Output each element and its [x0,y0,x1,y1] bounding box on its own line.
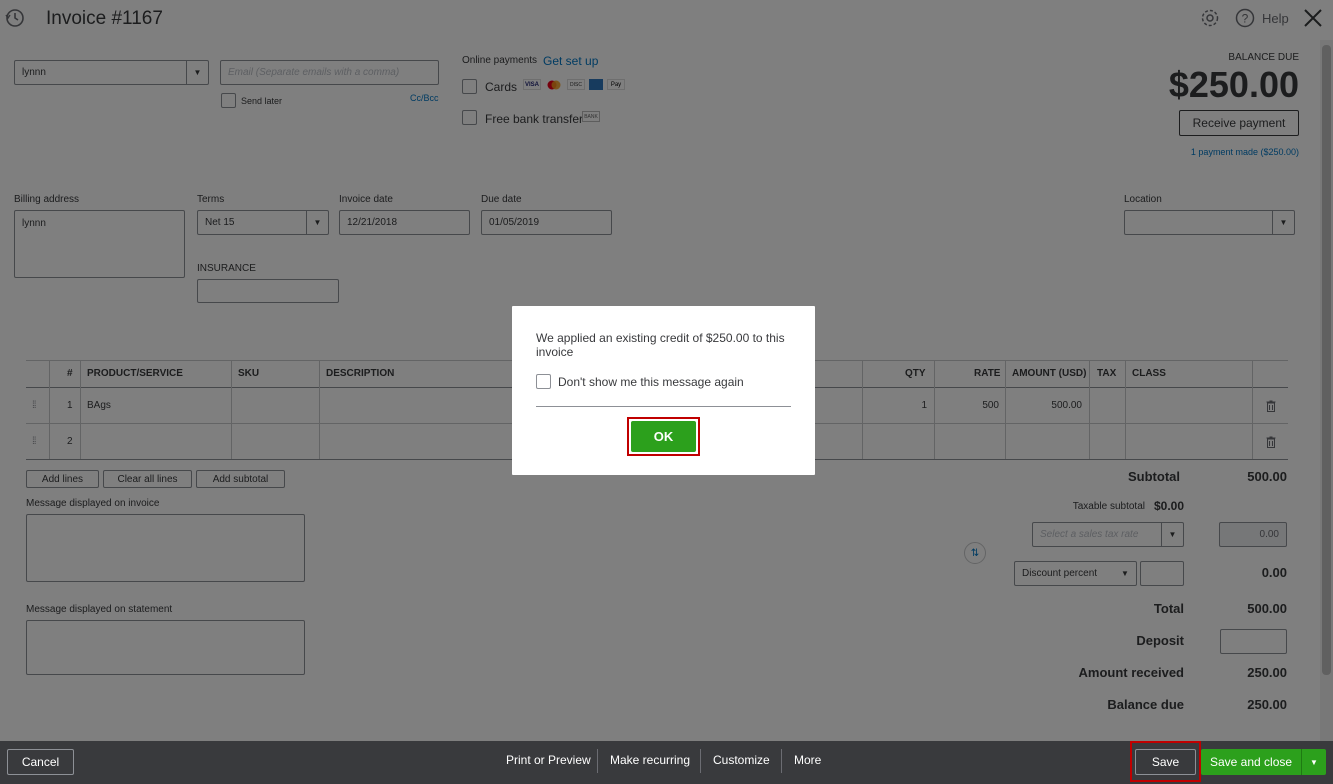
ok-button[interactable]: OK [631,421,696,452]
more-link[interactable]: More [794,753,821,767]
dont-show-checkbox[interactable] [536,374,551,389]
footer-divider [700,749,701,773]
credit-applied-dialog: We applied an existing credit of $250.00… [512,306,815,475]
dont-show-label: Don't show me this message again [558,375,744,389]
save-button[interactable]: Save [1135,749,1196,775]
make-recurring-link[interactable]: Make recurring [610,753,690,767]
chevron-down-icon[interactable]: ▼ [1301,749,1326,775]
dialog-divider [536,406,791,407]
dialog-message: We applied an existing credit of $250.00… [536,331,785,359]
footer-divider [597,749,598,773]
save-and-close-button[interactable]: Save and close ▼ [1201,749,1326,775]
customize-link[interactable]: Customize [713,753,770,767]
cancel-button[interactable]: Cancel [7,749,74,775]
footer-divider [781,749,782,773]
print-preview-link[interactable]: Print or Preview [506,753,591,767]
save-and-close-label: Save and close [1210,755,1293,769]
